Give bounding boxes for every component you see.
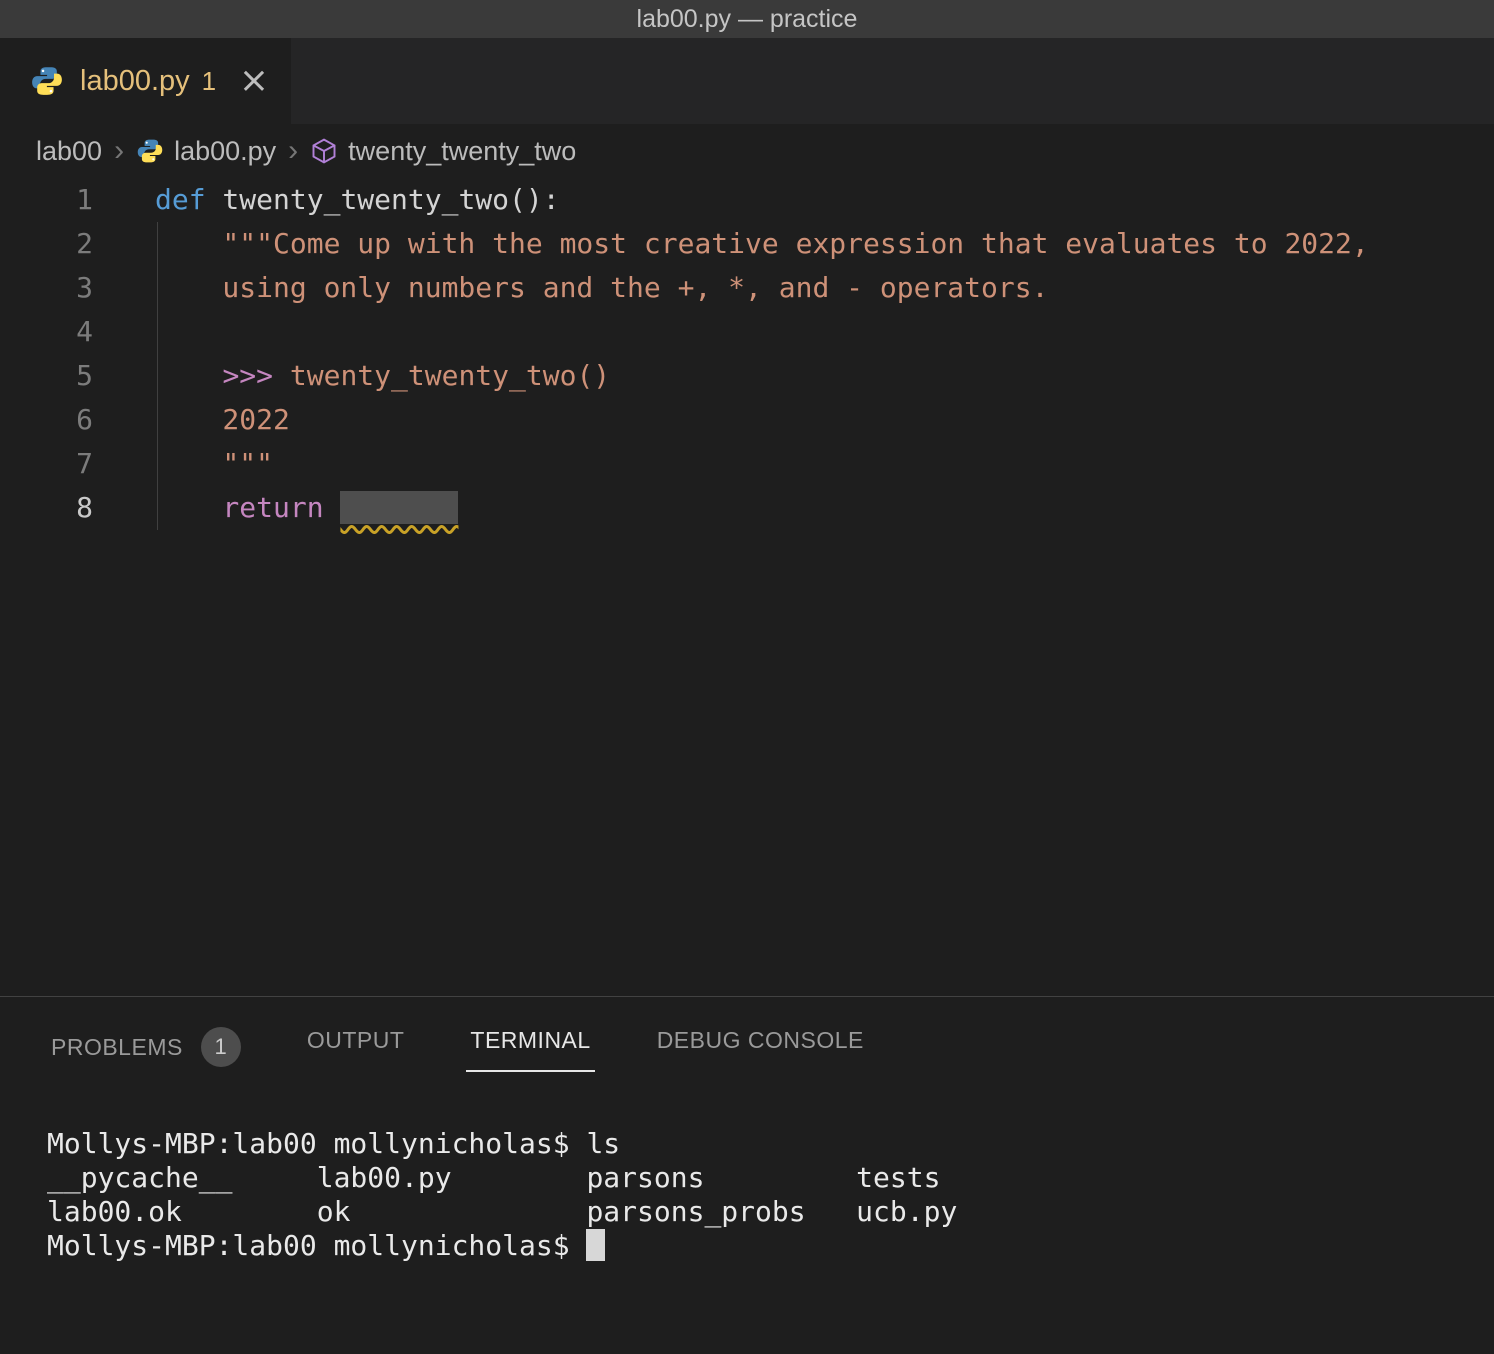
editor-gutter: 12345678: [0, 178, 93, 996]
tab-problems-count: 1: [202, 66, 216, 97]
code-line[interactable]: """: [155, 442, 1494, 486]
breadcrumb-file[interactable]: lab00.py: [174, 136, 276, 167]
chevron-right-icon: ›: [114, 134, 124, 168]
editor-code[interactable]: def twenty_twenty_two(): """Come up with…: [93, 178, 1494, 996]
chevron-right-icon: ›: [288, 134, 298, 168]
window-title: lab00.py — practice: [637, 5, 858, 34]
terminal-line: Mollys-MBP:lab00 mollynicholas$: [47, 1229, 1494, 1263]
code-line[interactable]: def twenty_twenty_two():: [155, 178, 1494, 222]
line-number: 1: [0, 178, 93, 222]
code-line[interactable]: >>> twenty_twenty_two(): [155, 354, 1494, 398]
indent-guide: [157, 222, 158, 530]
breadcrumb-folder[interactable]: lab00: [36, 136, 102, 167]
code-token: 2022: [155, 403, 290, 436]
line-number: 5: [0, 354, 93, 398]
code-line[interactable]: using only numbers and the +, *, and - o…: [155, 266, 1494, 310]
code-token: twenty_twenty_two():: [206, 183, 560, 216]
code-token: return: [155, 491, 324, 524]
tab-terminal-label: TERMINAL: [470, 1027, 590, 1054]
tab-output[interactable]: OUTPUT: [303, 1027, 409, 1072]
terminal-line: Mollys-MBP:lab00 mollynicholas$ ls: [47, 1127, 1494, 1161]
python-icon: [136, 137, 164, 165]
line-number: 7: [0, 442, 93, 486]
line-number: 2: [0, 222, 93, 266]
terminal-output[interactable]: Mollys-MBP:lab00 mollynicholas$ ls__pyca…: [0, 1127, 1494, 1263]
code-line[interactable]: [155, 310, 1494, 354]
terminal-line: __pycache__ lab00.py parsons tests: [47, 1161, 1494, 1195]
line-number: 3: [0, 266, 93, 310]
code-token: """: [155, 447, 273, 480]
code-token: [324, 491, 341, 524]
warning-selection-box: [340, 491, 458, 524]
tab-problems[interactable]: PROBLEMS 1: [47, 1027, 245, 1085]
code-line[interactable]: return: [155, 486, 1494, 530]
tab-debug-console[interactable]: DEBUG CONSOLE: [653, 1027, 868, 1072]
code-token: >>>: [222, 359, 273, 392]
problems-count-badge: 1: [201, 1027, 241, 1067]
code-token: """Come up with the most creative expres…: [155, 227, 1369, 260]
code-editor[interactable]: 12345678 def twenty_twenty_two(): """Com…: [0, 178, 1494, 996]
panel-tab-bar: PROBLEMS 1 OUTPUT TERMINAL DEBUG CONSOLE: [0, 997, 1494, 1085]
tab-terminal[interactable]: TERMINAL: [466, 1027, 594, 1072]
code-token: twenty_twenty_two(): [273, 359, 610, 392]
symbol-method-icon: [310, 137, 338, 165]
bottom-panel: PROBLEMS 1 OUTPUT TERMINAL DEBUG CONSOLE…: [0, 996, 1494, 1354]
line-number: 6: [0, 398, 93, 442]
editor-tab-bar: lab00.py 1 ×: [0, 38, 1494, 124]
code-line[interactable]: """Come up with the most creative expres…: [155, 222, 1494, 266]
tab-debug-console-label: DEBUG CONSOLE: [657, 1027, 864, 1054]
breadcrumb-symbol[interactable]: twenty_twenty_two: [348, 136, 576, 167]
tab-output-label: OUTPUT: [307, 1027, 405, 1054]
terminal-line: lab00.ok ok parsons_probs ucb.py: [47, 1195, 1494, 1229]
code-token: [155, 359, 222, 392]
code-token: def: [155, 183, 206, 216]
window-titlebar: lab00.py — practice: [0, 0, 1494, 38]
code-line[interactable]: 2022: [155, 398, 1494, 442]
terminal-cursor: [586, 1229, 605, 1261]
code-token: using only numbers and the +, *, and - o…: [155, 271, 1048, 304]
python-icon: [30, 64, 64, 98]
breadcrumb: lab00 › lab00.py › twenty_twenty_two: [0, 124, 1494, 178]
line-number: 8: [0, 486, 93, 530]
tab-problems-label: PROBLEMS: [51, 1034, 183, 1061]
tab-lab00-py[interactable]: lab00.py 1 ×: [0, 38, 292, 124]
tab-filename: lab00.py: [80, 65, 190, 98]
line-number: 4: [0, 310, 93, 354]
close-icon[interactable]: ×: [239, 63, 269, 99]
